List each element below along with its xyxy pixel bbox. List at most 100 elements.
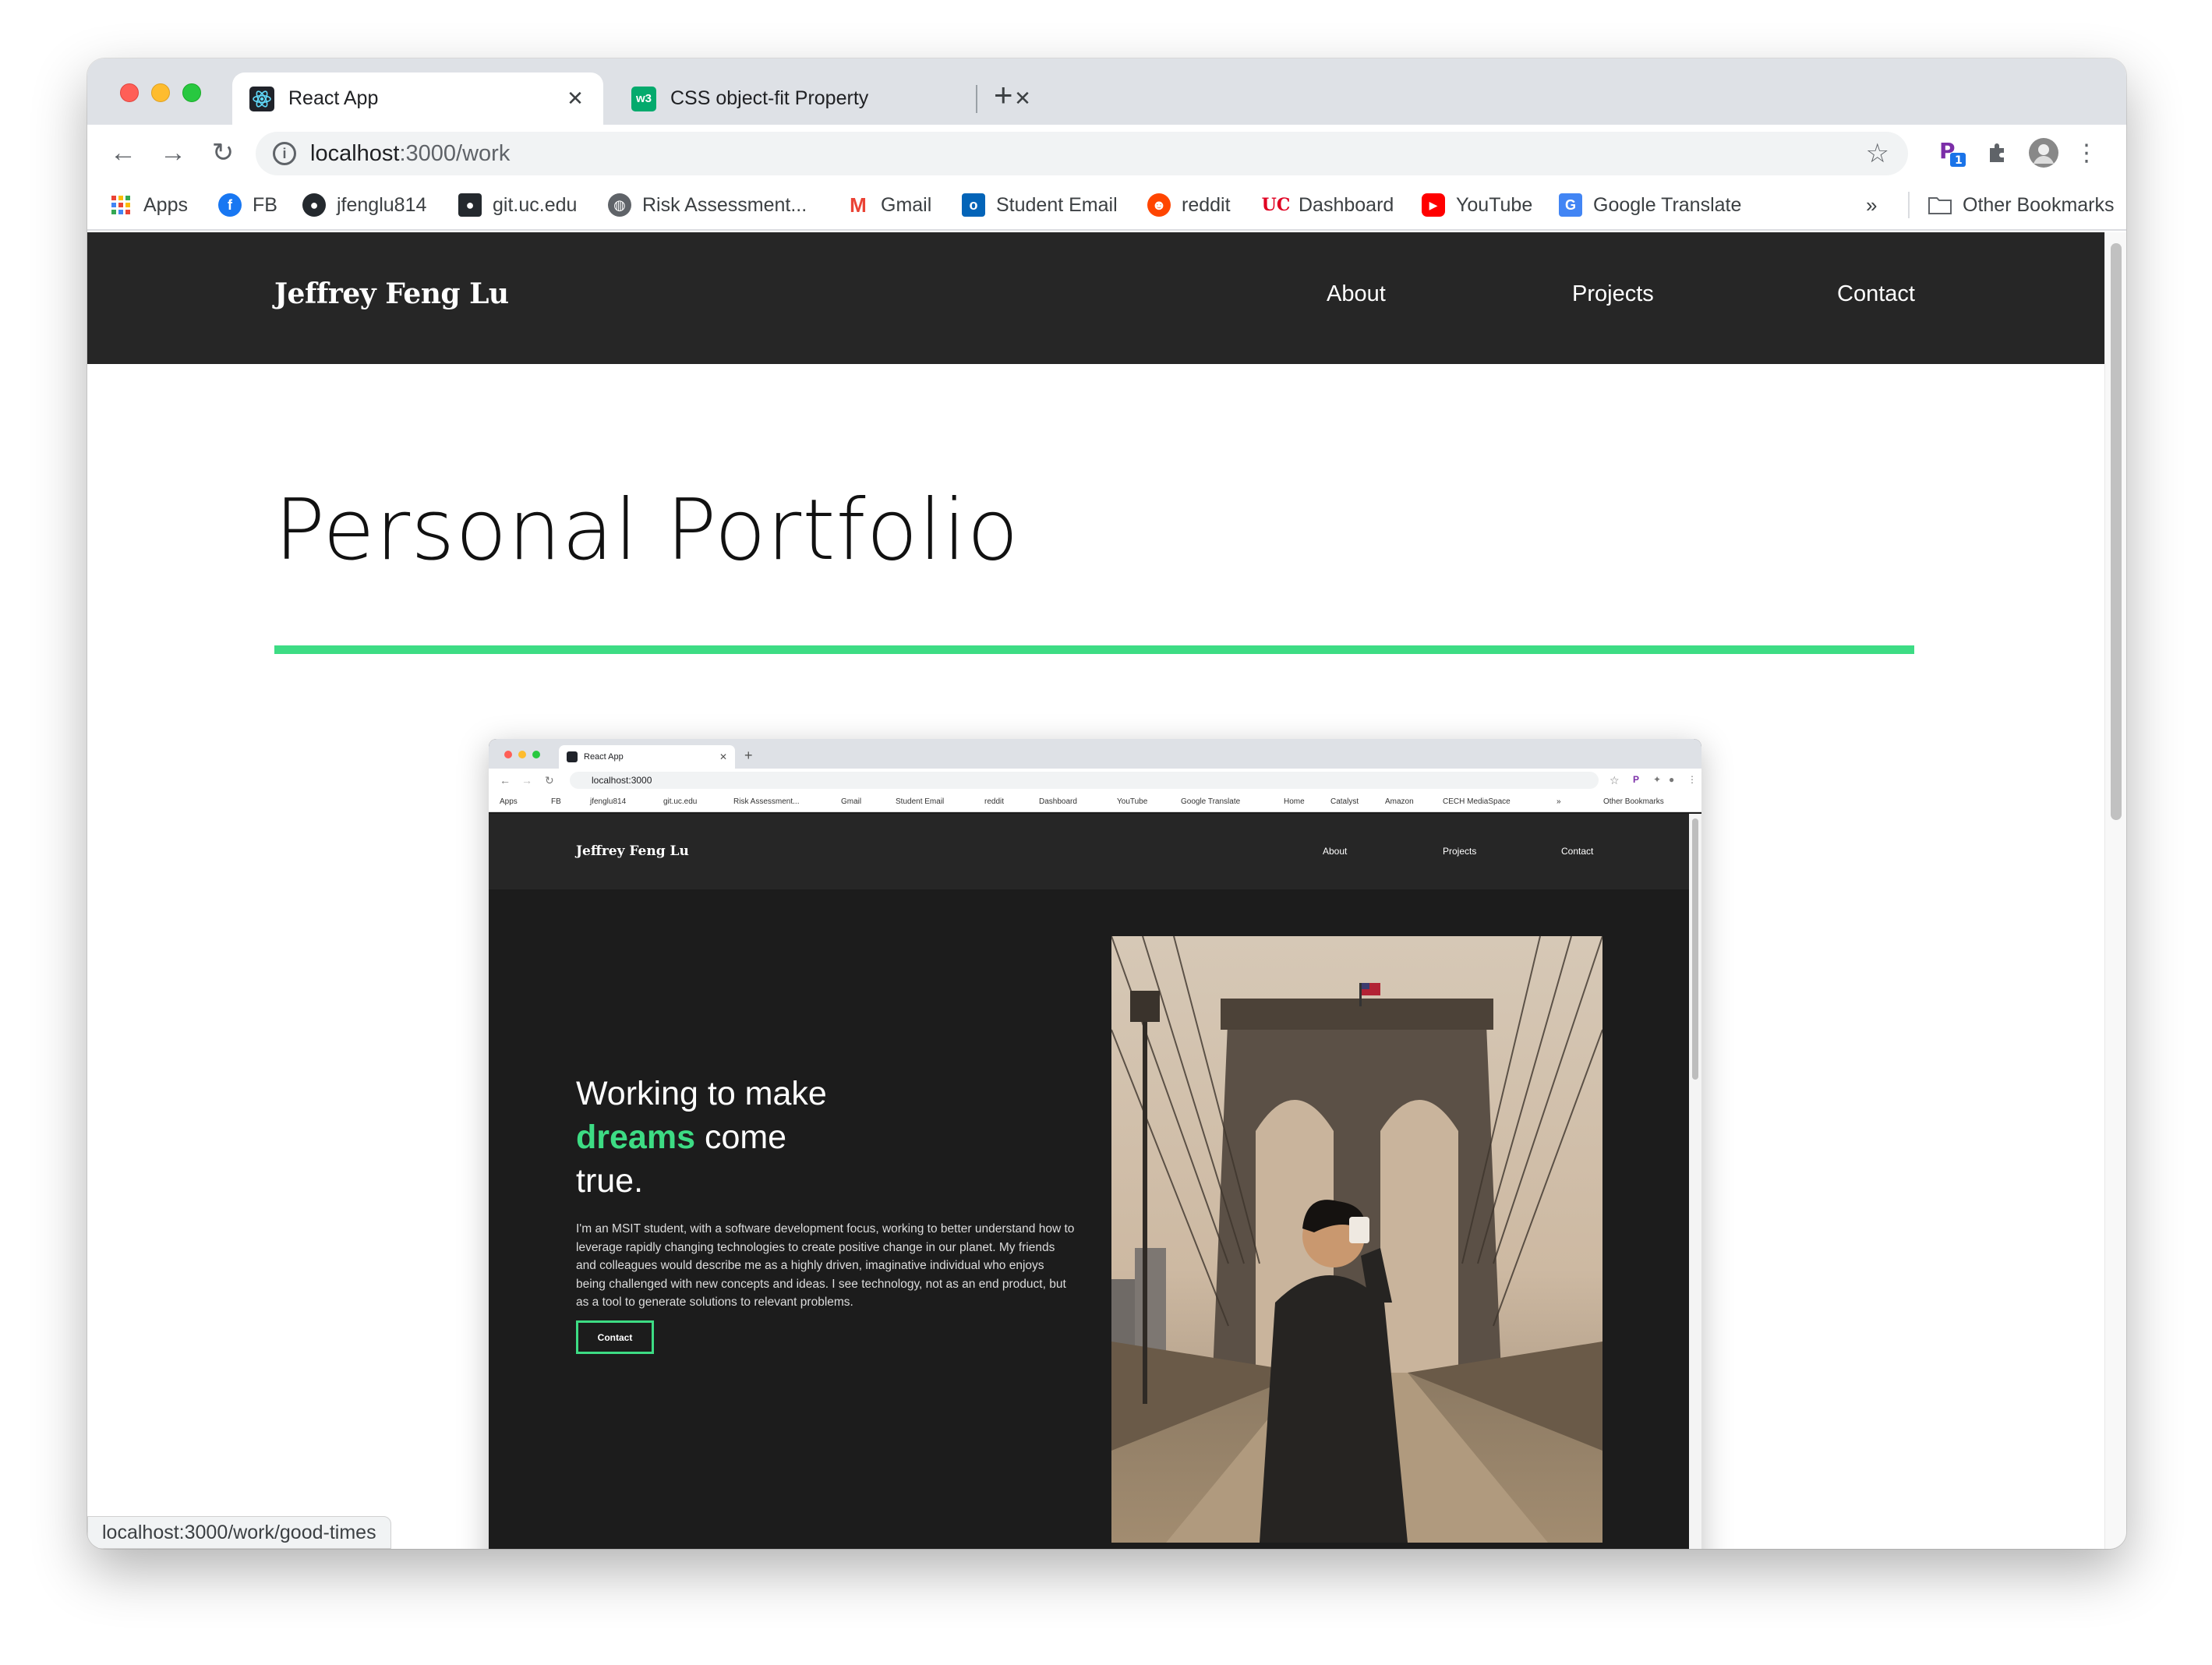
bookmark-apps[interactable]: Apps [109,192,188,218]
tab-title: CSS object-fit Property [670,87,869,109]
bookmarks-divider [1908,192,1910,218]
w3schools-icon: w3 [631,86,656,111]
react-icon [567,751,578,762]
bookmark-label: Dashboard [1299,193,1394,216]
browser-menu-icon[interactable]: ⋮ [2075,136,2098,170]
preview-nav-about: About [1323,846,1348,857]
address-bar[interactable]: i localhost:3000/work ☆ [256,132,1908,175]
gmail-icon: M [850,193,867,217]
nav-projects-link[interactable]: Projects [1572,281,1654,307]
globe-icon: ◍ [608,193,631,217]
back-arrow-icon: ← [500,774,511,787]
bookmarks-overflow-button[interactable]: » [1866,192,1877,218]
react-icon [249,86,274,111]
tab-css-object-fit[interactable]: w3 CSS object-fit Property ✕ [614,72,1051,125]
site-navbar: Jeffrey Feng Lu About Projects Contact [87,232,2104,364]
bookmark-star-icon: ☆ [1610,774,1620,787]
close-window-button[interactable] [120,83,139,102]
tab-divider [976,85,977,113]
preview-bookmark: reddit [984,797,1005,806]
extension-icon[interactable]: P1 [1935,136,1969,170]
preview-bookmarks-overflow: » [1557,797,1561,806]
new-tab-button[interactable]: + [994,79,1013,111]
preview-scroll-thumb [1692,818,1698,1080]
preview-close-dot [504,751,512,758]
preview-scrollbar [1689,814,1701,1549]
profile-avatar[interactable] [2026,136,2061,170]
bookmark-gmail[interactable]: M Gmail [846,192,931,218]
page-scroll-thumb[interactable] [2111,243,2122,820]
bookmark-label: Risk Assessment... [642,193,807,216]
puzzle-extensions-icon: ✦ [1653,774,1662,785]
extension-icon: P [1633,774,1640,785]
preview-other-bookmarks: Other Bookmarks [1603,797,1664,806]
reddit-icon: ☻ [1147,193,1171,217]
bookmark-label: Other Bookmarks [1963,193,2115,216]
preview-bookmark: Amazon [1385,797,1414,806]
bookmark-label: Gmail [881,193,932,216]
nav-contact-link[interactable]: Contact [1837,281,1915,307]
preview-toolbar: ← → ↻ localhost:3000 ☆ P ✦ ● ⋮ [489,769,1701,792]
preview-nav-contact: Contact [1561,846,1594,857]
forward-arrow-icon[interactable]: → [156,136,190,170]
site-brand[interactable]: Jeffrey Feng Lu [274,278,509,310]
preview-new-tab-icon: + [744,748,753,763]
preview-bookmark: YouTube [1117,797,1148,806]
preview-url: localhost:3000 [592,775,652,786]
bookmark-student-email[interactable]: o Student Email [962,192,1118,218]
bookmark-reddit[interactable]: ☻ reddit [1147,192,1231,218]
bookmark-label: Google Translate [1593,193,1742,216]
zoom-window-button[interactable] [182,83,201,102]
reload-icon[interactable]: ↻ [206,136,240,170]
preview-bookmark: Catalyst [1330,797,1359,806]
preview-bookmark: Risk Assessment... [733,797,800,806]
other-bookmarks-folder[interactable]: Other Bookmarks [1928,192,2115,218]
nav-about-link[interactable]: About [1327,281,1386,307]
reload-icon: ↻ [545,774,554,787]
preview-brand: Jeffrey Feng Lu [576,843,689,859]
preview-bookmark: FB [551,797,561,806]
preview-bookmark: Dashboard [1039,797,1077,806]
bookmark-label: jfenglu814 [337,193,427,216]
tab-react-app[interactable]: React App ✕ [232,72,603,125]
tab-strip: React App ✕ w3 CSS object-fit Property ✕… [87,58,2126,125]
forward-arrow-icon: → [521,774,532,787]
preview-bookmark: jfenglu814 [590,797,627,806]
bookmark-jfenglu814[interactable]: ● jfenglu814 [302,192,426,218]
preview-nav-projects: Projects [1443,846,1477,857]
preview-bookmarks-bar: Apps FB jfenglu814 git.uc.edu Risk Asses… [489,792,1701,812]
uc-icon: UC [1261,195,1291,215]
browser-toolbar: ← → ↻ i localhost:3000/work ☆ P1 ⋮ [87,125,2126,181]
puzzle-extensions-icon[interactable] [1981,136,2016,170]
site-info-icon[interactable]: i [273,142,296,165]
bookmark-risk-assessment[interactable]: ◍ Risk Assessment... [608,192,807,218]
preview-address-bar: localhost:3000 [570,772,1599,789]
project-preview-card[interactable]: React App ✕ + ← → ↻ localhost:3000 ☆ P ✦… [489,739,1701,1549]
preview-tab-title: React App [584,752,624,762]
back-arrow-icon[interactable]: ← [106,136,140,170]
apps-grid-icon [109,193,133,217]
bookmark-label: Apps [143,193,188,216]
preview-bookmark: Home [1284,797,1305,806]
facebook-icon: f [218,193,242,217]
preview-hero-photo [1111,936,1602,1543]
bookmark-fb[interactable]: f FB [218,192,277,218]
close-tab-icon[interactable]: ✕ [560,87,591,111]
bookmark-dashboard[interactable]: UC Dashboard [1261,192,1394,218]
preview-bookmark: git.uc.edu [663,797,698,806]
preview-minimize-dot [518,751,526,758]
preview-bookmark: Gmail [841,797,862,806]
page-title: Personal Portfolio [274,482,1019,579]
close-tab-icon: ✕ [719,751,728,762]
preview-bookmark: Google Translate [1181,797,1241,806]
bookmark-youtube[interactable]: ▶ YouTube [1422,192,1532,218]
bookmark-star-icon[interactable]: ☆ [1866,138,1889,169]
preview-hero-section: Working to make dreams come true. I'm an… [489,889,1689,1549]
bookmark-google-translate[interactable]: G Google Translate [1559,192,1741,218]
page-scrollbar[interactable] [2104,232,2126,1549]
bookmark-label: reddit [1182,193,1231,216]
profile-avatar: ● [1669,774,1675,785]
minimize-window-button[interactable] [151,83,170,102]
headline-text: Working to make [576,1075,827,1112]
bookmark-git-uc-edu[interactable]: ● git.uc.edu [458,192,577,218]
